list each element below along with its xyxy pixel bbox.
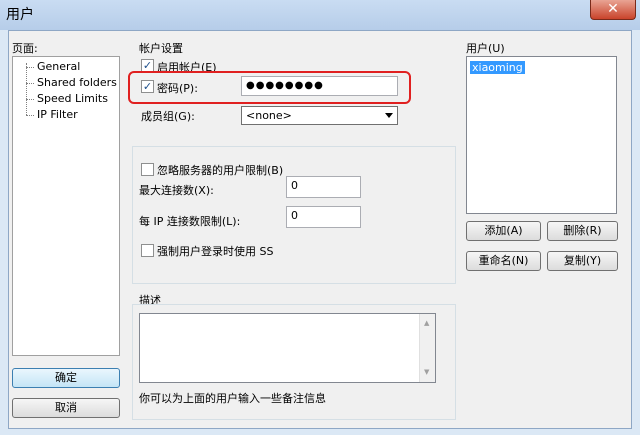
rename-user-button[interactable]: 重命名(N) — [466, 251, 541, 271]
users-list[interactable]: xiaoming — [466, 56, 617, 214]
user-list-item[interactable]: xiaoming — [470, 61, 525, 74]
pages-tree[interactable]: General Shared folders Speed Limits IP F… — [12, 56, 120, 356]
bypass-limits-label: 忽略服务器的用户限制(B) — [157, 164, 284, 177]
check-mark-icon: ✓ — [142, 80, 153, 93]
password-field[interactable]: ●●●●●●●● — [241, 76, 398, 96]
member-group-label: 成员组(G): — [141, 110, 195, 123]
force-ssl-label: 强制用户登录时使用 SS — [157, 245, 274, 258]
remove-user-button[interactable]: 删除(R) — [547, 221, 618, 241]
password-label: 密码(P): — [157, 82, 198, 95]
bypass-limits-checkbox[interactable] — [141, 163, 154, 176]
users-label: 用户(U) — [466, 42, 505, 55]
pages-label: 页面: — [12, 42, 38, 55]
description-hint: 你可以为上面的用户输入一些备注信息 — [139, 392, 326, 405]
title-bar — [0, 0, 640, 30]
account-settings-label: 帐户设置 — [139, 42, 183, 55]
max-connections-input[interactable]: 0 — [286, 176, 361, 198]
ok-button[interactable]: 确定 — [12, 368, 120, 388]
chevron-down-icon — [385, 113, 393, 118]
scroll-down-icon[interactable]: ▼ — [424, 368, 429, 376]
description-scrollbar[interactable]: ▲ ▼ — [419, 314, 435, 382]
member-group-value: <none> — [246, 109, 292, 122]
close-icon: ✕ — [607, 1, 619, 17]
close-button[interactable]: ✕ — [590, 0, 636, 20]
ip-connections-input[interactable]: 0 — [286, 206, 361, 228]
ip-connections-label: 每 IP 连接数限制(L): — [139, 215, 241, 228]
force-ssl-checkbox[interactable] — [141, 244, 154, 257]
scroll-up-icon[interactable]: ▲ — [424, 319, 429, 327]
tree-item-ip-filter[interactable]: IP Filter — [37, 108, 78, 121]
tree-item-general[interactable]: General — [37, 60, 80, 73]
tree-item-shared-folders[interactable]: Shared folders — [37, 76, 117, 89]
member-group-select[interactable]: <none> — [241, 106, 398, 125]
add-user-button[interactable]: 添加(A) — [466, 221, 541, 241]
description-textarea[interactable]: ▲ ▼ — [139, 313, 436, 383]
copy-user-button[interactable]: 复制(Y) — [547, 251, 618, 271]
window-title: 用户 — [6, 7, 34, 23]
tree-item-speed-limits[interactable]: Speed Limits — [37, 92, 108, 105]
cancel-button[interactable]: 取消 — [12, 398, 120, 418]
password-checkbox[interactable]: ✓ — [141, 80, 154, 93]
max-connections-label: 最大连接数(X): — [139, 184, 214, 197]
